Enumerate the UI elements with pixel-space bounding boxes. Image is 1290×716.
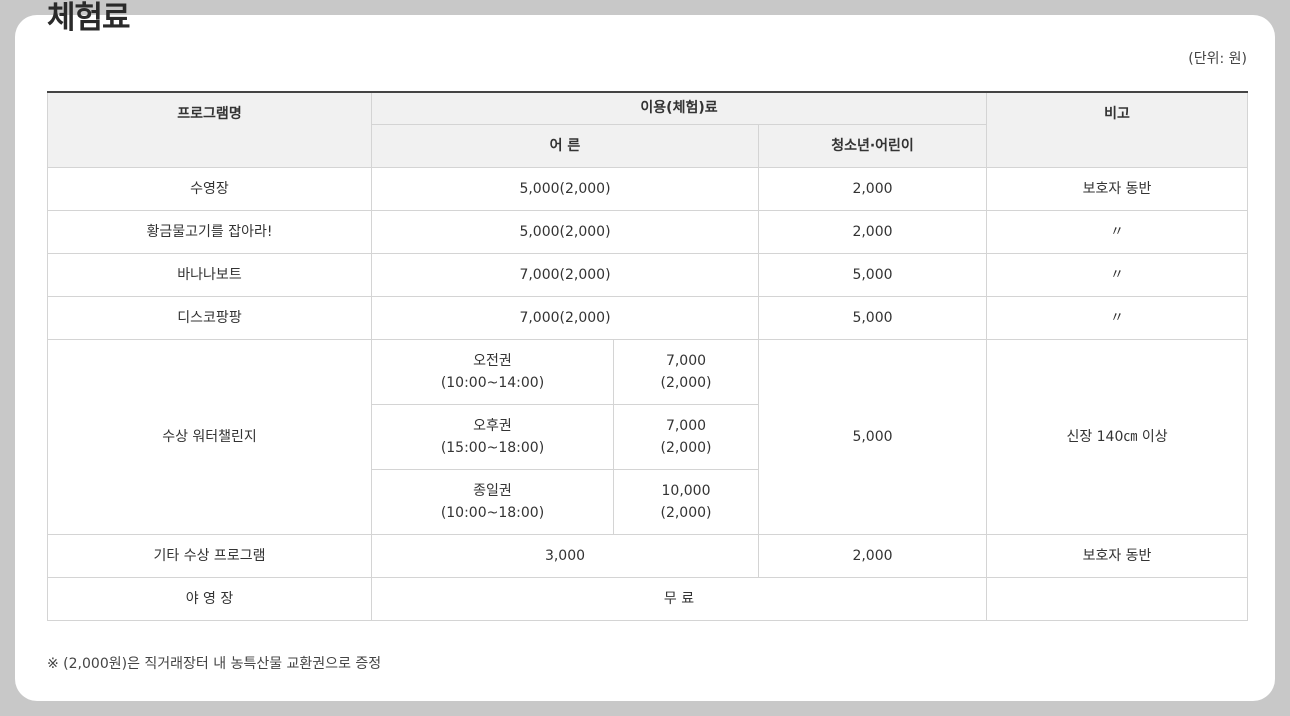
cell-fee: 무 료: [370, 576, 988, 621]
cell-youth: 2,000: [757, 533, 988, 578]
cell-program: 수상 워터챌린지: [47, 338, 372, 535]
page-title: 체험료: [47, 0, 131, 36]
ticket-name: 오전권: [473, 352, 512, 369]
cell-program: 황금물고기를 잡아라!: [47, 209, 372, 254]
ticket-price: 10,000: [661, 482, 711, 499]
table-row: 수상 워터챌린지 오전권 (10:00~14:00) 7,000 (2,000)…: [47, 338, 1249, 535]
cell-note: 〃: [986, 295, 1249, 340]
header-youth: 청소년·어린이: [757, 123, 988, 168]
table-row: 수영장 5,000(2,000) 2,000 보호자 동반: [47, 166, 1249, 211]
cell-adult: 5,000(2,000): [371, 209, 759, 254]
cell-program: 바나나보트: [47, 252, 372, 297]
table-header-row: 프로그램명 이용(체험)료 비고: [47, 91, 1249, 168]
cell-program: 수영장: [47, 166, 372, 211]
ticket-price-sub: (2,000): [660, 439, 712, 456]
cell-program: 디스코팡팡: [47, 295, 372, 340]
cell-ticket-price: 7,000 (2,000): [613, 403, 759, 470]
cell-youth: 5,000: [757, 252, 988, 297]
ticket-price: 7,000: [665, 417, 707, 434]
ticket-time: (10:00~14:00): [440, 374, 545, 391]
table-row: 야 영 장 무 료: [47, 576, 1249, 621]
header-fee: 이용(체험)료: [370, 91, 988, 125]
cell-ticket: 종일권 (10:00~18:00): [371, 468, 614, 535]
cell-youth: 2,000: [757, 209, 988, 254]
ticket-price-sub: (2,000): [660, 374, 712, 391]
cell-youth: 5,000: [757, 338, 988, 535]
fee-table: 프로그램명 이용(체험)료 비고 어 른 청소년·어린이 수영장 5,000(2…: [47, 91, 1249, 621]
cell-ticket-price: 10,000 (2,000): [613, 468, 759, 535]
cell-ticket: 오전권 (10:00~14:00): [371, 338, 614, 405]
ticket-price-sub: (2,000): [660, 504, 712, 521]
header-adult: 어 른: [371, 123, 759, 168]
cell-adult: 7,000(2,000): [371, 295, 759, 340]
ticket-name: 오후권: [473, 417, 512, 434]
footnote: ※ (2,000원)은 직거래장터 내 농특산물 교환권으로 증정: [47, 656, 382, 672]
cell-note: 신장 140㎝ 이상: [986, 338, 1249, 535]
cell-note: 〃: [986, 209, 1249, 254]
cell-youth: 2,000: [757, 166, 988, 211]
table-row: 디스코팡팡 7,000(2,000) 5,000 〃: [47, 295, 1249, 340]
cell-adult: 5,000(2,000): [371, 166, 759, 211]
cell-adult: 7,000(2,000): [371, 252, 759, 297]
cell-youth: 5,000: [757, 295, 988, 340]
cell-program: 기타 수상 프로그램: [47, 533, 372, 578]
header-program: 프로그램명: [47, 91, 372, 168]
cell-note: 보호자 동반: [986, 166, 1249, 211]
ticket-price: 7,000: [665, 352, 707, 369]
unit-label: (단위: 원): [1188, 51, 1247, 67]
table-row: 바나나보트 7,000(2,000) 5,000 〃: [47, 252, 1249, 297]
ticket-name: 종일권: [473, 482, 512, 499]
ticket-time: (10:00~18:00): [440, 504, 545, 521]
cell-note: [986, 576, 1249, 621]
cell-ticket-price: 7,000 (2,000): [613, 338, 759, 405]
ticket-time: (15:00~18:00): [440, 439, 545, 456]
table-row: 기타 수상 프로그램 3,000 2,000 보호자 동반: [47, 533, 1249, 578]
header-note: 비고: [986, 91, 1249, 168]
cell-ticket: 오후권 (15:00~18:00): [371, 403, 614, 470]
cell-program: 야 영 장: [47, 576, 372, 621]
cell-note: 〃: [986, 252, 1249, 297]
table-row: 황금물고기를 잡아라! 5,000(2,000) 2,000 〃: [47, 209, 1249, 254]
cell-note: 보호자 동반: [986, 533, 1249, 578]
cell-adult: 3,000: [371, 533, 759, 578]
